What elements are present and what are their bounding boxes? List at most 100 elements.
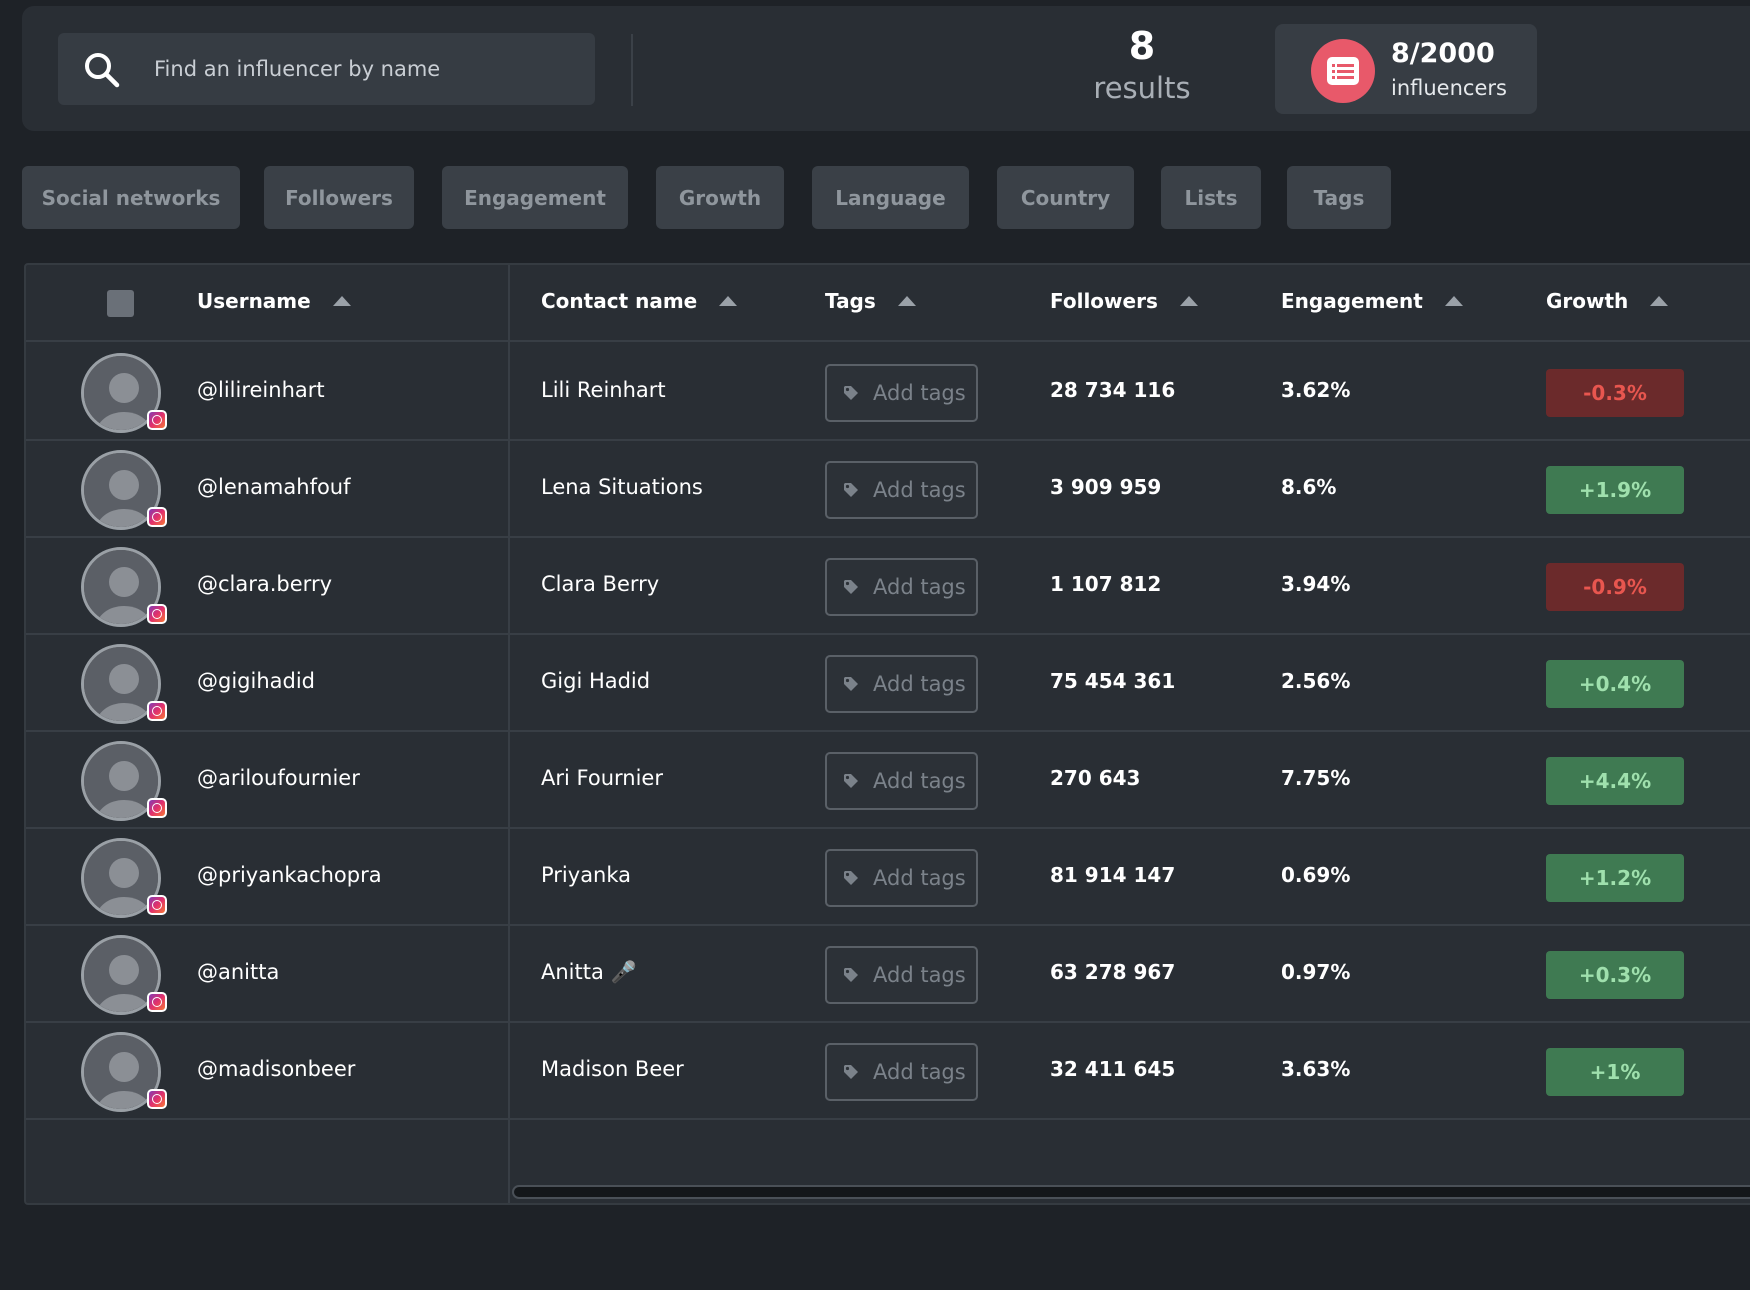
filter-tags[interactable]: Tags [1287,166,1391,229]
engagement-cell: 0.69% [1281,863,1351,887]
contact-name-cell: Gigi Hadid [541,669,651,693]
instagram-icon [147,507,167,527]
username-cell[interactable]: @clara.berry [197,572,332,596]
instagram-icon [147,798,167,818]
filter-followers[interactable]: Followers [264,166,414,229]
contact-name-cell: Lena Situations [541,475,703,499]
contact-name-cell: Lili Reinhart [541,378,666,402]
table-row[interactable]: @anitta Anitta 🎤 Add tags 63 278 967 0.9… [26,926,1750,1023]
results-label: results [1093,71,1191,105]
table-row[interactable]: @ariloufournier Ari Fournier Add tags 27… [26,732,1750,829]
sort-ascending-icon[interactable] [1179,296,1198,306]
table-row[interactable]: @priyankachopra Priyanka Add tags 81 914… [26,829,1750,926]
contact-name-cell: Ari Fournier [541,766,663,790]
table-row[interactable]: @gigihadid Gigi Hadid Add tags 75 454 36… [26,635,1750,732]
followers-cell: 81 914 147 [1050,863,1176,887]
username-cell[interactable]: @madisonbeer [197,1057,355,1081]
add-tags-button[interactable]: Add tags [825,752,978,810]
header-contact-name[interactable]: Contact name [541,289,738,313]
add-tags-label: Add tags [873,769,966,793]
horizontal-scrollbar[interactable] [512,1185,1750,1199]
username-cell[interactable]: @priyankachopra [197,863,382,887]
growth-badge: +0.3% [1546,951,1684,999]
username-cell[interactable]: @gigihadid [197,669,315,693]
header-username[interactable]: Username [197,289,351,313]
engagement-cell: 2.56% [1281,669,1351,693]
header-growth-label: Growth [1546,289,1629,313]
filter-social-networks[interactable]: Social networks [22,166,240,229]
sort-ascending-icon[interactable] [1650,296,1669,306]
add-tags-label: Add tags [873,963,966,987]
sort-ascending-icon[interactable] [1444,296,1463,306]
influencer-table: Username Contact name Tags Followers Eng… [24,263,1750,1205]
header-engagement[interactable]: Engagement [1281,289,1463,313]
followers-cell: 3 909 959 [1050,475,1162,499]
add-tags-label: Add tags [873,866,966,890]
engagement-cell: 8.6% [1281,475,1337,499]
followers-cell: 32 411 645 [1050,1057,1176,1081]
tag-icon [844,677,858,691]
instagram-icon [147,701,167,721]
username-cell[interactable]: @lilireinhart [197,378,325,402]
sort-ascending-icon[interactable] [897,296,916,306]
table-row[interactable]: @clara.berry Clara Berry Add tags 1 107 … [26,538,1750,635]
contact-name-cell: Priyanka [541,863,632,887]
sort-ascending-icon[interactable] [719,296,738,306]
table-row[interactable]: @lenamahfouf Lena Situations Add tags 3 … [26,441,1750,538]
growth-badge: +1% [1546,1048,1684,1096]
top-bar: 8 results 8/2000 influencers [22,6,1750,131]
results-summary: 8 results [1032,24,1252,108]
header-growth[interactable]: Growth [1546,289,1669,313]
filter-lists[interactable]: Lists [1161,166,1261,229]
tag-icon [844,871,858,885]
search-box[interactable] [58,33,595,105]
engagement-cell: 3.62% [1281,378,1351,402]
filter-growth[interactable]: Growth [656,166,784,229]
header-engagement-label: Engagement [1281,289,1423,313]
tag-icon [844,968,858,982]
username-cell[interactable]: @ariloufournier [197,766,360,790]
results-count: 8 [1128,24,1156,68]
tag-icon [844,774,858,788]
growth-badge: +0.4% [1546,660,1684,708]
instagram-icon [147,604,167,624]
tag-icon [844,483,858,497]
add-tags-button[interactable]: Add tags [825,364,978,422]
engagement-cell: 3.94% [1281,572,1351,596]
header-followers-label: Followers [1050,289,1158,313]
followers-cell: 28 734 116 [1050,378,1176,402]
table-row[interactable]: @lilireinhart Lili Reinhart Add tags 28 … [26,344,1750,441]
contact-name-cell: Anitta 🎤 [541,960,637,984]
filter-country[interactable]: Country [997,166,1134,229]
header-username-label: Username [197,289,311,313]
table-row[interactable]: @madisonbeer Madison Beer Add tags 32 41… [26,1023,1750,1120]
add-tags-button[interactable]: Add tags [825,655,978,713]
instagram-icon [147,1089,167,1109]
filter-language[interactable]: Language [812,166,969,229]
influencer-quota[interactable]: 8/2000 influencers [1275,24,1537,114]
tag-icon [844,386,858,400]
growth-badge: -0.3% [1546,369,1684,417]
instagram-icon [147,410,167,430]
header-tags[interactable]: Tags [825,289,916,313]
header-divider [631,34,633,106]
followers-cell: 63 278 967 [1050,960,1176,984]
add-tags-button[interactable]: Add tags [825,1043,978,1101]
search-input[interactable] [154,33,574,105]
username-cell[interactable]: @lenamahfouf [197,475,351,499]
select-all-checkbox[interactable] [107,290,134,317]
list-icon [1311,39,1375,103]
add-tags-label: Add tags [873,1060,966,1084]
filter-engagement[interactable]: Engagement [442,166,628,229]
table-header: Username Contact name Tags Followers Eng… [26,265,1750,342]
add-tags-label: Add tags [873,478,966,502]
sort-ascending-icon[interactable] [332,296,351,306]
add-tags-button[interactable]: Add tags [825,946,978,1004]
quota-label: influencers [1391,76,1507,100]
add-tags-button[interactable]: Add tags [825,849,978,907]
add-tags-button[interactable]: Add tags [825,461,978,519]
header-followers[interactable]: Followers [1050,289,1198,313]
growth-badge: +1.9% [1546,466,1684,514]
username-cell[interactable]: @anitta [197,960,279,984]
add-tags-button[interactable]: Add tags [825,558,978,616]
